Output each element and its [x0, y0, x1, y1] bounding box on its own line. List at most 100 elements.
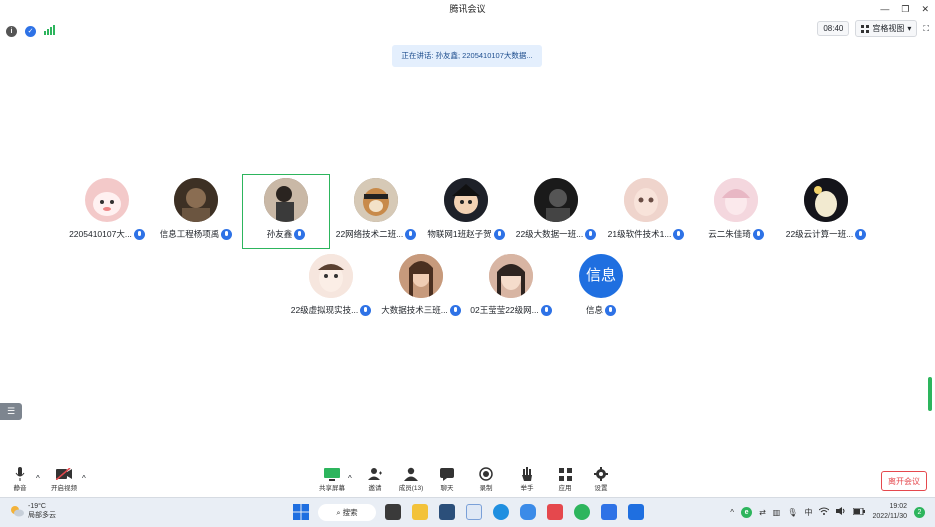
participant-name: 22级虚拟现实技...	[290, 305, 359, 315]
weather-desc: 局部多云	[28, 512, 56, 519]
participant-name: 22级云计算一班...	[785, 229, 854, 239]
settings-button[interactable]: 设置	[586, 466, 616, 492]
app-icon[interactable]	[601, 504, 617, 520]
mute-label: 静音	[13, 485, 27, 492]
participant-name: 21级软件技术1...	[607, 229, 672, 239]
meeting-top-right: 08:40 宫格视图 ▾ ⛶	[817, 20, 929, 37]
mic-icon	[405, 228, 417, 240]
weather-widget[interactable]: -19°C 局部多云	[10, 502, 56, 520]
edge-browser-icon[interactable]	[493, 504, 509, 520]
participant-name: 大数据技术三班...	[381, 305, 448, 315]
volume-icon[interactable]	[836, 507, 846, 517]
share-screen-label: 共享屏幕	[319, 485, 345, 492]
cloud-app-icon[interactable]	[520, 504, 536, 520]
ime-indicator[interactable]: 中	[804, 507, 812, 518]
system-tray: ^ e ⇄ ▥ 🎙 中 19:02 2022/11/30 2	[730, 502, 925, 522]
chat-button[interactable]: 聊天	[432, 466, 462, 492]
system-clock[interactable]: 19:02 2022/11/30	[872, 502, 907, 522]
participant-tile[interactable]: 22网络技术二班...	[331, 178, 421, 240]
avatar-initials: 信息	[585, 267, 616, 284]
task-view-icon[interactable]	[385, 504, 401, 520]
chevron-down-icon: ▾	[907, 24, 912, 33]
participant-tile[interactable]: 22级云计算一班...	[781, 178, 871, 240]
members-button[interactable]: 成员(13)	[396, 466, 426, 492]
close-icon[interactable]: ✕	[921, 4, 929, 15]
app-icon[interactable]	[466, 504, 482, 520]
mic-icon	[449, 304, 461, 316]
avatar	[264, 178, 308, 222]
shield-icon[interactable]: ✓	[25, 25, 36, 37]
participant-tile[interactable]: 大数据技术三班...	[376, 254, 466, 316]
participant-tile[interactable]: 22级虚拟现实技...	[286, 254, 376, 316]
tencent-meeting-icon[interactable]	[628, 504, 644, 520]
avatar	[444, 178, 488, 222]
side-panel-toggle[interactable]: ☰	[0, 403, 22, 420]
wechat-icon[interactable]	[574, 504, 590, 520]
mic-icon	[493, 228, 505, 240]
share-screen-button[interactable]: 共享屏幕	[317, 466, 347, 492]
taskbar-search[interactable]: ⌕ 搜索	[318, 504, 376, 521]
participant-tile[interactable]: 物联网1班赵子贺	[421, 178, 511, 240]
view-mode-label: 宫格视图	[872, 24, 905, 33]
battery-icon[interactable]	[852, 507, 866, 517]
avatar	[85, 178, 129, 222]
tray-app-icon[interactable]: ⇄	[759, 508, 766, 517]
window-title-bar: 腾讯会议	[0, 0, 935, 18]
temperature: -19°C	[28, 503, 46, 510]
avatar	[804, 178, 848, 222]
video-options-caret[interactable]: ^	[82, 474, 86, 483]
participant-tile[interactable]: 2205410107大...	[62, 178, 152, 240]
view-mode-button[interactable]: 宫格视图 ▾	[855, 20, 918, 37]
minimize-icon[interactable]: —	[880, 4, 889, 14]
app-icon[interactable]	[439, 504, 455, 520]
meeting-top-bar: i ✓ 08:40 宫格视图 ▾ ⛶	[0, 18, 935, 38]
settings-label: 设置	[594, 485, 608, 492]
weather-icon	[11, 506, 24, 517]
record-button[interactable]: 录制	[471, 466, 501, 492]
share-options-caret[interactable]: ^	[348, 474, 352, 483]
microphone-icon	[15, 467, 25, 481]
fullscreen-icon[interactable]: ⛶	[923, 24, 929, 34]
restore-icon[interactable]: ❐	[901, 4, 909, 15]
avatar	[309, 254, 353, 298]
tray-app-icon[interactable]: e	[741, 506, 753, 518]
leave-meeting-button[interactable]: 离开会议	[881, 471, 927, 491]
app-icon[interactable]	[547, 504, 563, 520]
start-icon[interactable]	[293, 504, 309, 520]
signal-icon[interactable]	[44, 22, 55, 40]
mute-options-caret[interactable]: ^	[36, 474, 40, 483]
mic-icon	[855, 228, 867, 240]
info-icon[interactable]: i	[6, 25, 17, 37]
participant-name: 物联网1班赵子贺	[427, 229, 492, 239]
participant-tile[interactable]: 21级软件技术1...	[601, 178, 691, 240]
video-button[interactable]: 开启视频	[48, 466, 80, 492]
scrollbar-thumb[interactable]	[928, 377, 932, 411]
tray-app-icon[interactable]: ▥	[773, 508, 781, 517]
tray-overflow-icon[interactable]: ^	[730, 508, 734, 517]
video-off-icon	[56, 468, 72, 480]
microphone-icon[interactable]: 🎙	[787, 508, 797, 517]
apps-button[interactable]: 应用	[550, 466, 580, 492]
participant-tile[interactable]: 22级大数据一班...	[511, 178, 601, 240]
avatar	[489, 254, 533, 298]
window-title: 腾讯会议	[449, 4, 486, 14]
mic-icon	[673, 228, 685, 240]
raise-hand-button[interactable]: 举手	[512, 466, 542, 492]
participant-tile[interactable]: 信息 信息	[556, 254, 646, 316]
list-icon: ☰	[6, 406, 16, 416]
notification-badge[interactable]: 2	[914, 506, 925, 518]
search-icon: ⌕	[336, 508, 341, 517]
meeting-controls: 静音 ^ 开启视频 ^ 共享屏幕 ^ 邀请 成员(13) 聊天 录制 举手 应用…	[0, 466, 935, 496]
file-explorer-icon[interactable]	[412, 504, 428, 520]
participant-tile[interactable]: 云二朱佳琦	[691, 178, 781, 240]
wifi-icon[interactable]	[819, 507, 830, 517]
mute-button[interactable]: 静音	[5, 466, 35, 492]
participant-tile[interactable]: 孙友鑫	[241, 178, 331, 240]
mic-icon	[752, 228, 764, 240]
participant-name: 信息工程杨项禹	[159, 229, 220, 239]
raise-hand-label: 举手	[520, 485, 534, 492]
participant-tile[interactable]: 02王莹莹22级网...	[466, 254, 556, 316]
avatar	[624, 178, 668, 222]
invite-button[interactable]: 邀请	[360, 466, 390, 492]
participant-tile[interactable]: 信息工程杨项禹	[151, 178, 241, 240]
